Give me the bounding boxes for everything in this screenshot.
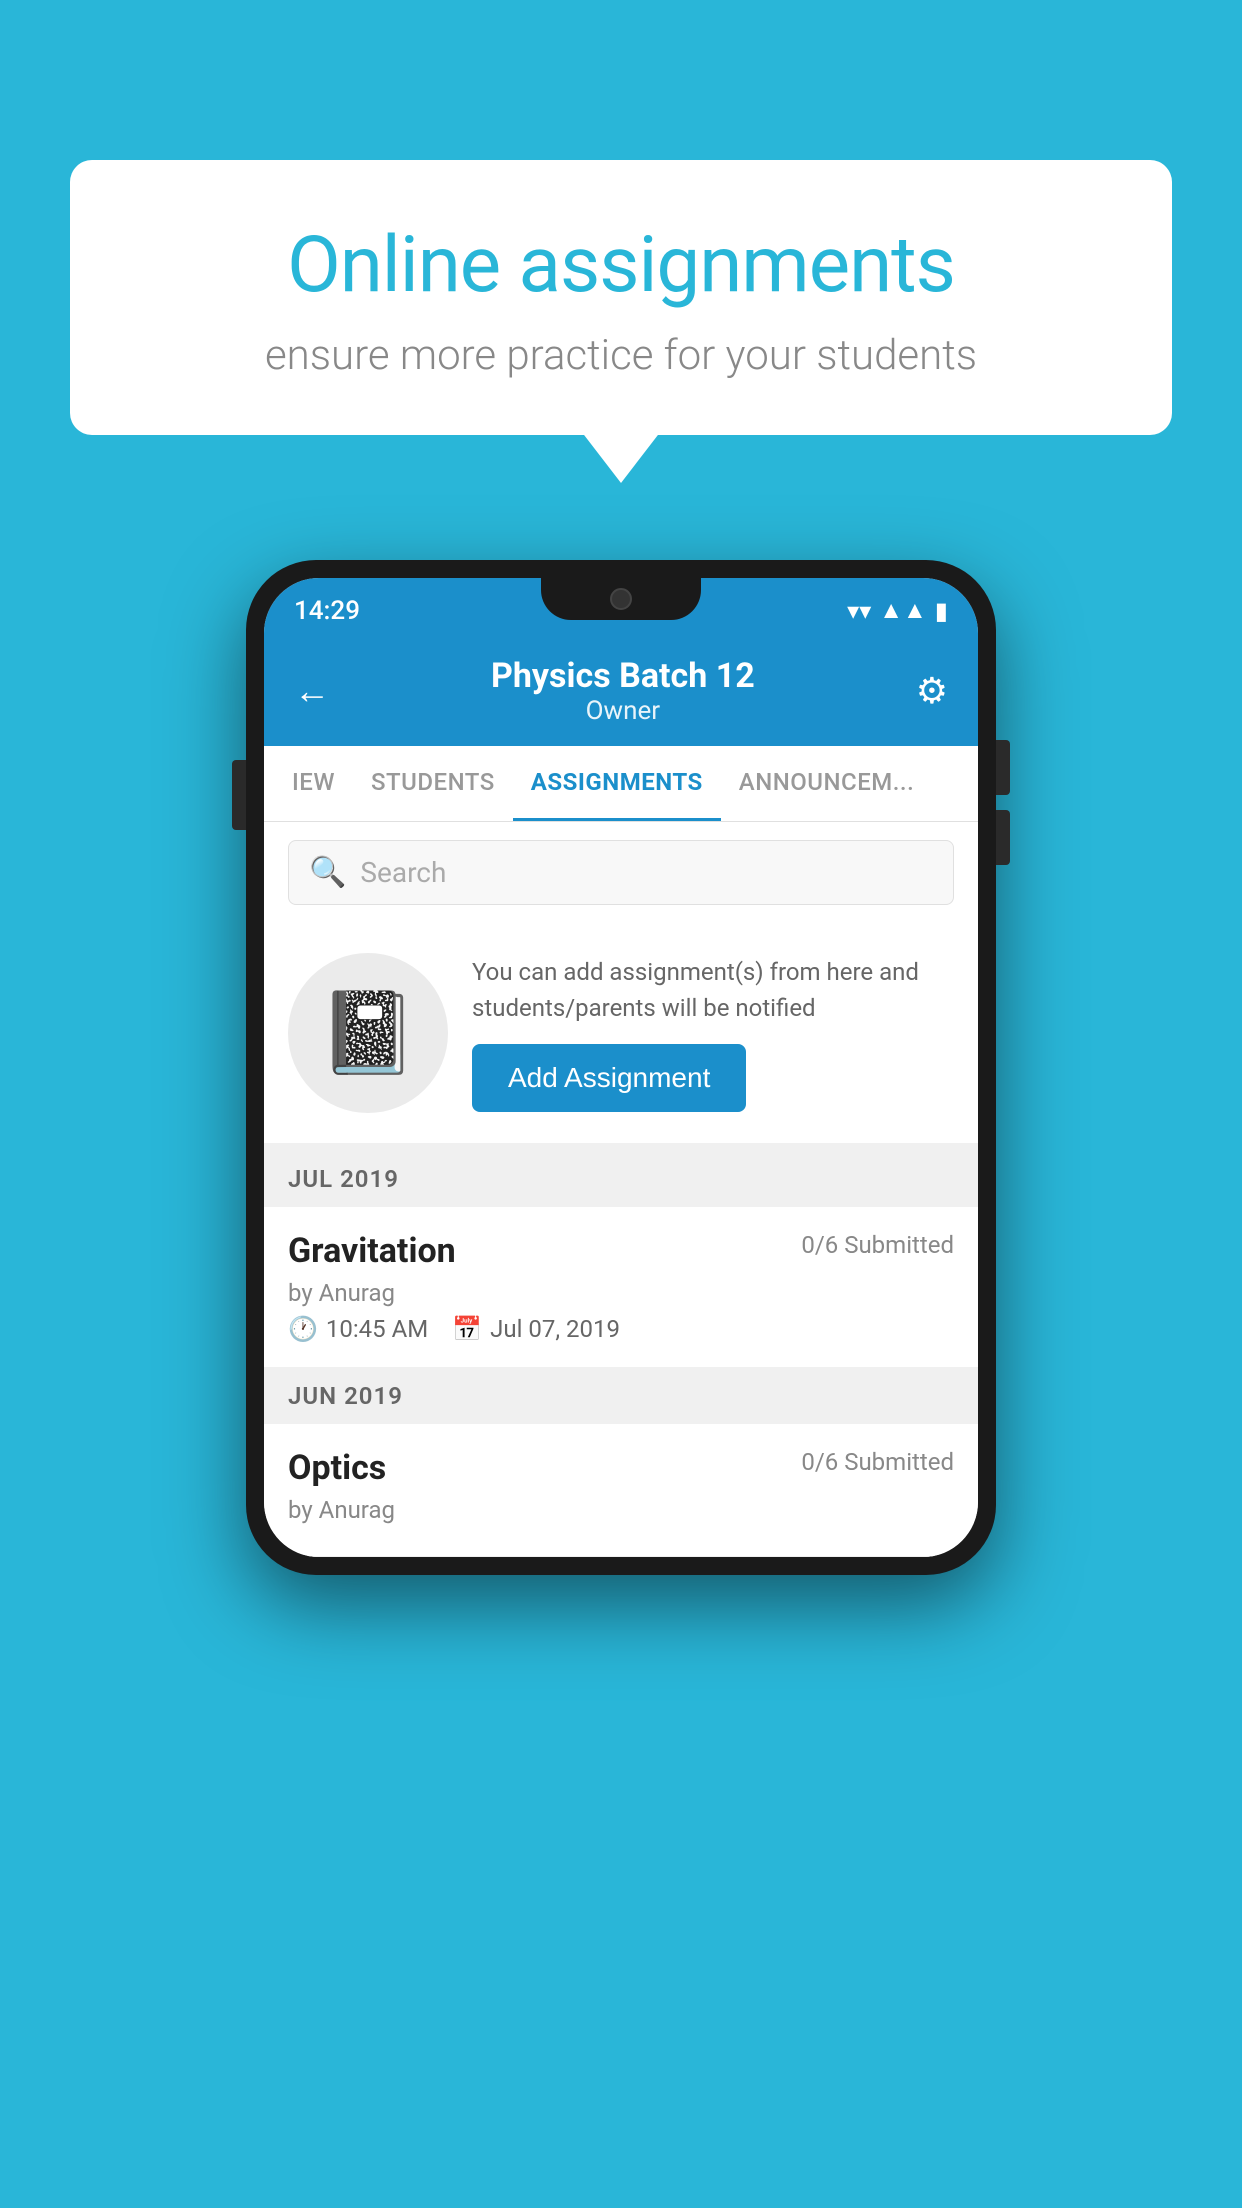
volume-button-2 [996,810,1010,865]
search-container: 🔍 Search [264,822,978,923]
speech-bubble-title: Online assignments [140,220,1102,311]
header-center: Physics Batch 12 Owner [330,656,916,726]
promo-description: You can add assignment(s) from here and … [472,954,954,1026]
calendar-icon: 📅 [452,1315,482,1343]
notch [541,578,701,620]
battery-icon: ▮ [935,597,948,625]
assignment-by-gravitation: by Anurag [288,1279,954,1307]
promo-icon-circle: 📓 [288,953,448,1113]
assignment-header-gravitation: Gravitation 0/6 Submitted [288,1231,954,1271]
promo-content: You can add assignment(s) from here and … [472,954,954,1112]
search-icon: 🔍 [309,855,346,890]
assignment-title-optics: Optics [288,1448,386,1488]
speech-bubble-subtitle: ensure more practice for your students [140,331,1102,380]
assignment-header-optics: Optics 0/6 Submitted [288,1448,954,1488]
assignment-item-gravitation[interactable]: Gravitation 0/6 Submitted by Anurag 🕐 10… [264,1207,978,1368]
camera [610,588,632,610]
wifi-icon: ▾▾ [847,597,871,625]
settings-gear-icon[interactable]: ⚙ [916,670,948,712]
app-header: ← Physics Batch 12 Owner ⚙ [264,638,978,746]
assignment-date-value: Jul 07, 2019 [490,1315,620,1343]
assignment-by-optics: by Anurag [288,1496,954,1524]
search-placeholder: Search [360,856,446,889]
search-bar[interactable]: 🔍 Search [288,840,954,905]
notebook-icon: 📓 [318,986,418,1080]
assignment-submitted-optics: 0/6 Submitted [801,1448,954,1476]
tab-bar: IEW STUDENTS ASSIGNMENTS ANNOUNCEM... [264,746,978,822]
speech-bubble: Online assignments ensure more practice … [70,160,1172,435]
volume-button-1 [996,740,1010,795]
header-title: Physics Batch 12 [330,656,916,696]
clock-icon: 🕐 [288,1315,318,1343]
tab-iew[interactable]: IEW [274,746,353,821]
speech-bubble-container: Online assignments ensure more practice … [70,160,1172,435]
header-subtitle: Owner [330,696,916,726]
tab-announcements[interactable]: ANNOUNCEM... [721,746,932,821]
tab-students[interactable]: STUDENTS [353,746,513,821]
add-assignment-button[interactable]: Add Assignment [472,1044,746,1112]
assignment-title-gravitation: Gravitation [288,1231,456,1271]
assignment-date-row-gravitation: 🕐 10:45 AM 📅 Jul 07, 2019 [288,1315,954,1343]
section-header-jul-2019: JUL 2019 [264,1151,978,1207]
assignment-item-optics[interactable]: Optics 0/6 Submitted by Anurag [264,1424,978,1557]
status-time: 14:29 [294,596,360,626]
section-header-jun-2019: JUN 2019 [264,1368,978,1424]
signal-icon: ▲▲ [879,596,927,625]
phone-wrapper: 14:29 ▾▾ ▲▲ ▮ ← Physics Batch 12 Owner ⚙… [246,560,996,1575]
tab-assignments[interactable]: ASSIGNMENTS [513,746,721,821]
assignment-date-gravitation: 📅 Jul 07, 2019 [452,1315,620,1343]
assignment-submitted-gravitation: 0/6 Submitted [801,1231,954,1259]
back-button[interactable]: ← [294,670,330,712]
assignment-time-gravitation: 🕐 10:45 AM [288,1315,428,1343]
promo-card: 📓 You can add assignment(s) from here an… [264,923,978,1151]
phone-screen: 14:29 ▾▾ ▲▲ ▮ ← Physics Batch 12 Owner ⚙… [264,578,978,1557]
phone-outer: 14:29 ▾▾ ▲▲ ▮ ← Physics Batch 12 Owner ⚙… [246,560,996,1575]
status-icons: ▾▾ ▲▲ ▮ [847,596,948,625]
assignment-time-value: 10:45 AM [326,1315,428,1343]
